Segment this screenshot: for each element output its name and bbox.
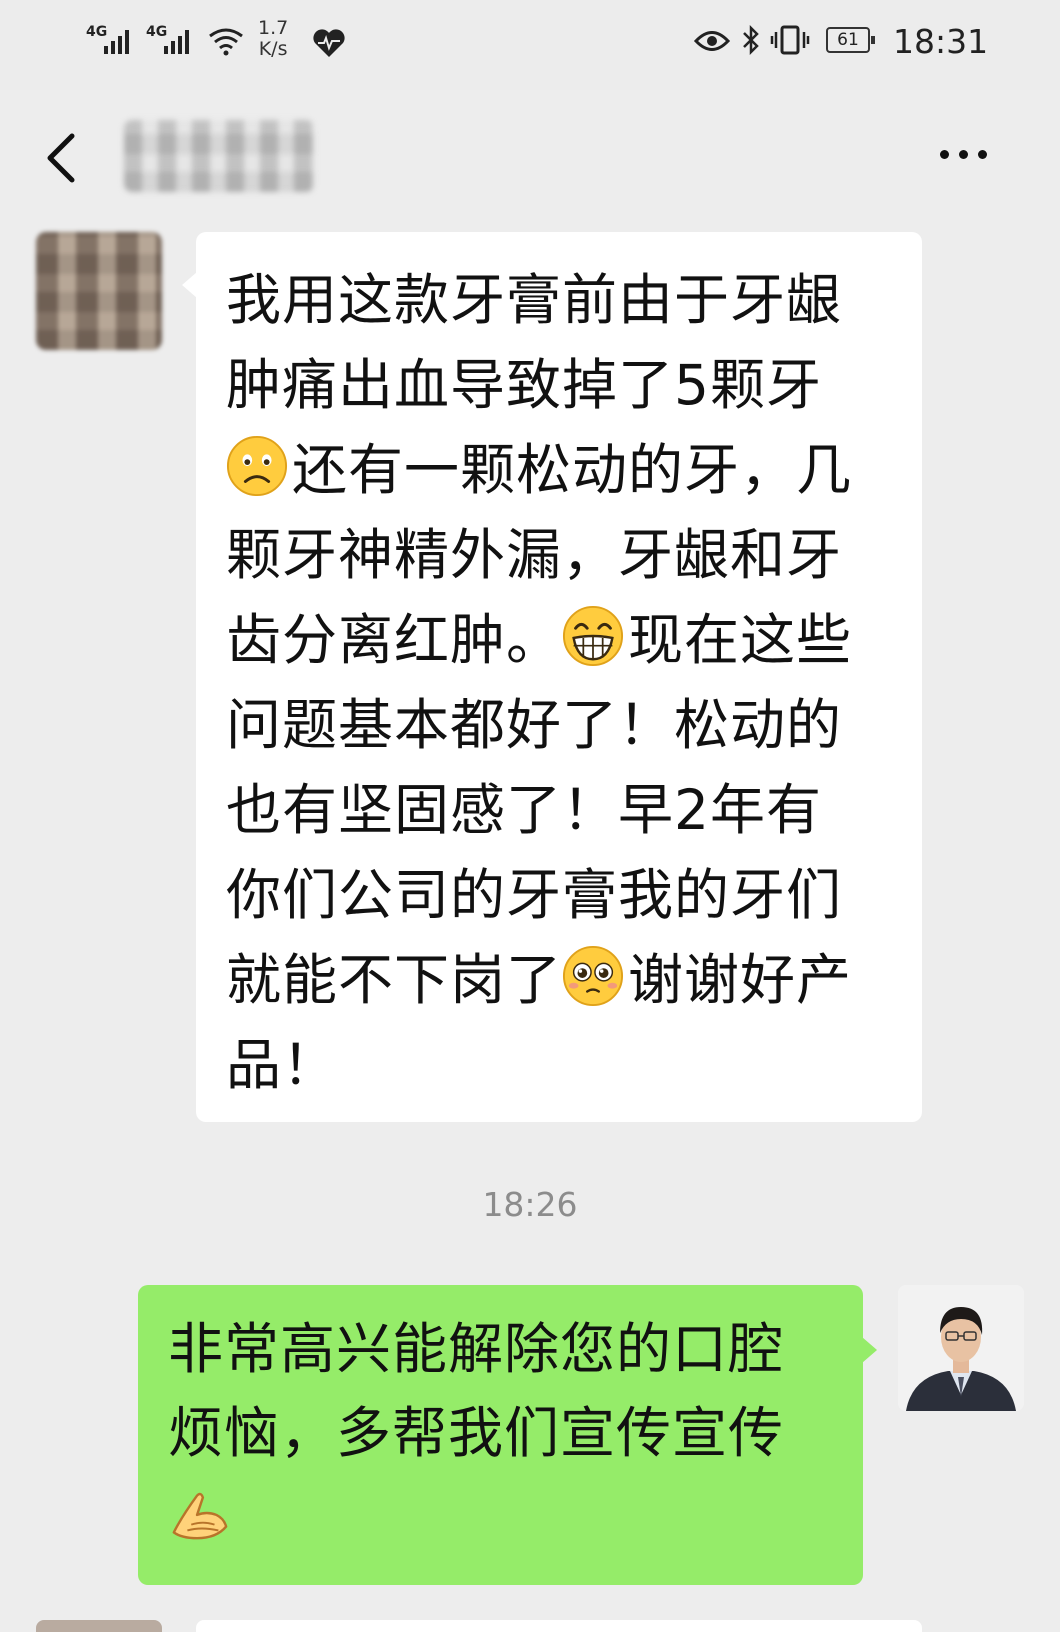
message-text-segment: 肿痛出血导致掉了5颗牙 [226,353,822,417]
network-speed: 1.7 K/s [258,18,288,60]
contact-name-blurred [124,120,314,192]
message-timestamp: 18:26 [482,1185,578,1224]
eye-comfort-icon [694,31,730,51]
message-line: 我用这款牙膏前由于牙龈 [226,258,892,343]
grin-face-icon [562,605,624,667]
message-line: 也有坚固感了！早2年有 [226,768,892,853]
message-line: 非常高兴能解除您的口腔 [168,1307,837,1391]
message-line: 还有一颗松动的牙，几 [226,428,892,513]
next-bubble-stub [196,1620,922,1632]
outgoing-message-bubble[interactable]: 非常高兴能解除您的口腔 烦恼，多帮我们宣传宣传 [138,1285,877,1585]
pray-hands-icon [168,1482,230,1544]
chevron-left-icon[interactable] [36,128,96,188]
status-time: 18:31 [893,22,989,61]
message-text-segment: 齿分离红肿。 [226,608,563,672]
vibrate-icon [770,25,810,55]
message-text-segment: 烦恼，多帮我们宣传宣传 [168,1401,785,1465]
outgoing-message-text: 非常高兴能解除您的口腔 烦恼，多帮我们宣传宣传 [168,1307,837,1559]
message-text-segment: 非常高兴能解除您的口腔 [168,1317,785,1381]
message-line: 肿痛出血导致掉了5颗牙 [226,343,892,428]
message-text-segment: 也有坚固感了！早2年有 [226,778,822,842]
pleading-face-icon [562,945,624,1007]
message-text-segment: 品！ [226,1033,339,1097]
message-text-segment: 你们公司的牙膏我的牙们 [226,863,843,927]
person-photo-icon [898,1285,1024,1411]
message-text-segment: 谢谢好产 [628,948,853,1012]
cellular-signal-icon-2 [164,30,189,54]
message-line: 你们公司的牙膏我的牙们 [226,853,892,938]
incoming-message-bubble[interactable]: 我用这款牙膏前由于牙龈 肿痛出血导致掉了5颗牙还有一颗松动的牙，几颗牙神精外漏，牙… [182,232,922,1122]
message-line [168,1475,837,1559]
chat-title-bar [0,90,1060,230]
incoming-message-text: 我用这款牙膏前由于牙龈 肿痛出血导致掉了5颗牙还有一颗松动的牙，几颗牙神精外漏，牙… [226,258,892,1108]
status-bar: 4G 4G 1.7 K/s 61 18:31 [0,0,1060,90]
next-avatar-stub [36,1620,162,1632]
bluetooth-icon [743,24,759,56]
message-text-segment: 问题基本都好了！松动的 [226,693,843,757]
sad-face-icon [226,435,288,497]
message-text-segment: 颗牙神精外漏，牙龈和牙 [226,523,843,587]
network-speed-value: 1.7 [258,17,289,39]
message-line: 就能不下岗了 谢谢好产 [226,938,892,1023]
message-line: 颗牙神精外漏，牙龈和牙 [226,513,892,598]
message-line: 问题基本都好了！松动的 [226,683,892,768]
message-text-segment: 现在这些 [628,608,853,672]
message-text-segment: 我用这款牙膏前由于牙龈 [226,268,843,332]
message-text-segment: 就能不下岗了 [226,948,563,1012]
health-heart-icon [313,29,345,57]
network-speed-unit: K/s [258,38,288,60]
battery-icon: 61 [826,27,875,53]
user-avatar[interactable] [898,1285,1024,1411]
more-dots-icon[interactable] [940,150,1000,174]
cellular-signal-icon [104,30,129,54]
message-line: 烦恼，多帮我们宣传宣传 [168,1391,837,1475]
message-text-segment: 还有一颗松动的牙，几 [292,438,853,502]
message-line: 齿分离红肿。 现在这些 [226,598,892,683]
wifi-icon [209,28,243,56]
contact-avatar[interactable] [36,232,162,350]
message-line: 品！ [226,1023,892,1108]
